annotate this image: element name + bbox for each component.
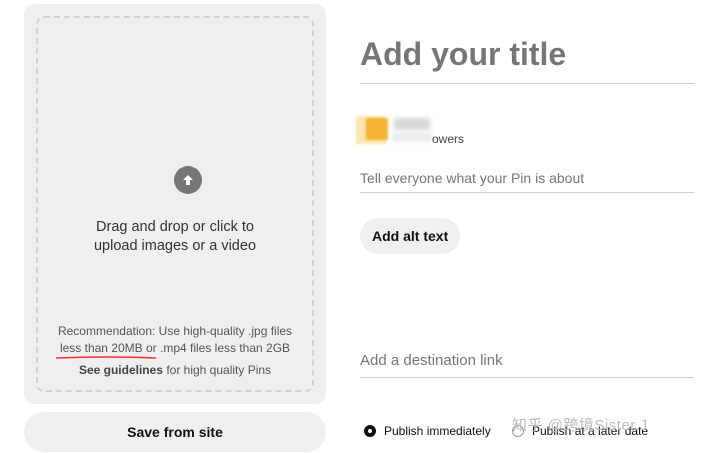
guidelines-suffix: for high quality Pins [162, 363, 272, 377]
see-guidelines-link[interactable]: See guidelines [79, 363, 163, 377]
publish-immediately-label: Publish immediately [384, 424, 491, 438]
about-input[interactable]: Tell everyone what your Pin is about [360, 170, 694, 193]
blurred-avatar [356, 112, 436, 152]
title-input[interactable]: Add your title [360, 36, 694, 84]
drop-line-2: upload images or a video [93, 238, 257, 254]
recommendation-line-1: Recommendation: Use high-quality .jpg fi… [57, 324, 293, 338]
upload-arrow-icon[interactable] [174, 166, 202, 194]
guidelines-line: See guidelines for high quality Pins [38, 363, 312, 377]
add-alt-text-button[interactable]: Add alt text [360, 218, 461, 254]
dropzone[interactable]: Drag and drop or click to upload images … [36, 16, 314, 392]
upload-card[interactable]: Drag and drop or click to upload images … [24, 4, 326, 404]
radio-checked-icon[interactable] [364, 425, 376, 437]
drop-line-1: Drag and drop or click to [96, 219, 254, 235]
publish-immediately-option[interactable]: Publish immediately [364, 424, 491, 438]
recommendation-line-2: less than 20MB or .mp4 files less than 2… [59, 341, 291, 355]
drop-instructions: Drag and drop or click to upload images … [38, 218, 312, 256]
followers-text: owers [432, 132, 465, 146]
recommendation: Recommendation: Use high-quality .jpg fi… [38, 323, 312, 359]
watermark: 知乎 @跨境Sister.J [512, 417, 648, 434]
red-underline-annotation [55, 356, 156, 359]
save-from-site-button[interactable]: Save from site [24, 412, 326, 452]
recommendation-line-2-wrap: less than 20MB or .mp4 files less than 2… [55, 340, 291, 359]
destination-link-input[interactable]: Add a destination link [360, 352, 694, 378]
